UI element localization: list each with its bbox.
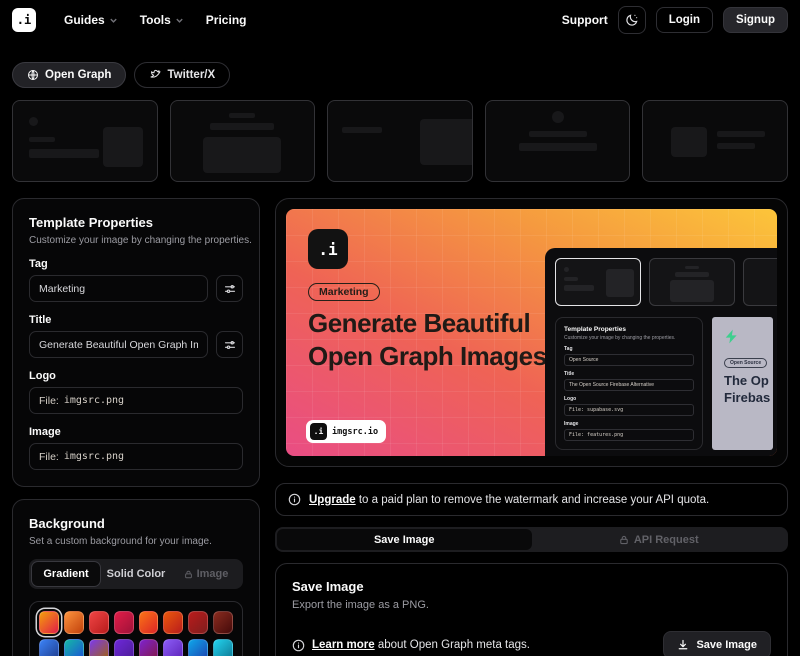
tab-save-image[interactable]: Save Image — [277, 529, 532, 550]
tag-input[interactable] — [29, 275, 208, 302]
gradient-swatch[interactable] — [64, 611, 84, 634]
template-properties-panel: Template Properties Customize your image… — [12, 198, 260, 487]
site-logo[interactable]: .i — [12, 8, 36, 32]
title-label: Title — [29, 314, 243, 326]
title-randomize-button[interactable] — [216, 331, 243, 358]
gradient-swatch[interactable] — [213, 639, 233, 656]
gradient-swatch[interactable] — [139, 611, 159, 634]
lock-icon — [619, 535, 629, 545]
watermark-site: imgsrc.io — [332, 427, 378, 437]
chevron-down-icon — [175, 16, 184, 25]
og-image-preview: .i Marketing Generate Beautiful Open Gra… — [286, 209, 777, 456]
download-icon — [677, 639, 689, 651]
preview-embedded-screenshot: Template Properties Customize your image… — [545, 248, 777, 456]
info-icon — [288, 493, 301, 506]
image-label: Image — [29, 426, 243, 438]
panel-title: Save Image — [292, 579, 771, 594]
embed-mini-preview: Open Source The Op Firebas — [712, 317, 773, 450]
template-thumbnail-2[interactable] — [170, 100, 316, 182]
gradient-swatch[interactable] — [188, 639, 208, 656]
chevron-down-icon — [109, 16, 118, 25]
gradient-swatch[interactable] — [114, 639, 134, 656]
watermark-badge: .i imgsrc.io — [306, 420, 386, 443]
gradient-swatch[interactable] — [39, 611, 59, 634]
gradient-swatch-panel — [29, 601, 243, 656]
tag-randomize-button[interactable] — [216, 275, 243, 302]
embed-thumbnail — [743, 258, 777, 306]
globe-icon — [27, 69, 39, 81]
lock-icon — [184, 570, 193, 579]
tab-api-request[interactable]: API Request — [532, 529, 787, 550]
template-thumbnail-row — [0, 100, 800, 182]
login-button[interactable]: Login — [656, 7, 713, 33]
panel-subtitle: Set a custom background for your image. — [29, 536, 243, 547]
gradient-swatch[interactable] — [39, 639, 59, 656]
panel-subtitle: Export the image as a PNG. — [292, 599, 771, 611]
gradient-swatch[interactable] — [188, 611, 208, 634]
tab-twitter-x[interactable]: Twitter/X — [134, 62, 230, 88]
gradient-swatch[interactable] — [89, 639, 109, 656]
header: .i Guides Tools Pricing Support Login Si… — [0, 0, 800, 40]
save-image-button[interactable]: Save Image — [663, 631, 771, 656]
output-tabs: Save Image API Request — [275, 527, 788, 552]
supabase-bolt-icon — [724, 329, 739, 344]
panel-title: Template Properties — [29, 215, 243, 230]
theme-toggle-button[interactable] — [618, 6, 646, 34]
nav-tools[interactable]: Tools — [140, 13, 184, 27]
embed-thumbnail-selected — [555, 258, 641, 306]
gradient-swatch[interactable] — [89, 611, 109, 634]
upgrade-banner: Upgrade to a paid plan to remove the wat… — [275, 483, 788, 516]
info-icon — [292, 639, 305, 652]
template-thumbnail-5[interactable] — [642, 100, 788, 182]
image-file-input[interactable]: File: imgsrc.png — [29, 443, 243, 470]
og-preview-card: .i Marketing Generate Beautiful Open Gra… — [275, 198, 788, 467]
tab-open-graph[interactable]: Open Graph — [12, 62, 126, 88]
learn-more-link[interactable]: Learn more — [312, 639, 375, 651]
template-thumbnail-4[interactable] — [485, 100, 631, 182]
tab-image[interactable]: Image — [172, 562, 240, 586]
preview-logo: .i — [308, 229, 348, 269]
tag-label: Tag — [29, 258, 243, 270]
embed-template-properties: Template Properties Customize your image… — [555, 317, 703, 450]
gradient-swatch[interactable] — [163, 611, 183, 634]
image-type-tabs: Open Graph Twitter/X — [0, 40, 800, 100]
background-panel: Background Set a custom background for y… — [12, 499, 260, 656]
nav-pricing[interactable]: Pricing — [206, 13, 247, 27]
gradient-swatch[interactable] — [64, 639, 84, 656]
background-mode-tabs: Gradient Solid Color Image — [29, 559, 243, 589]
gradient-swatch[interactable] — [139, 639, 159, 656]
template-thumbnail-1[interactable] — [12, 100, 158, 182]
tab-gradient[interactable]: Gradient — [32, 562, 100, 586]
tab-solid-color[interactable]: Solid Color — [102, 562, 170, 586]
title-input[interactable] — [29, 331, 208, 358]
sliders-icon — [224, 339, 236, 351]
sliders-icon — [224, 283, 236, 295]
save-image-panel: Save Image Export the image as a PNG. Le… — [275, 563, 788, 656]
logo-label: Logo — [29, 370, 243, 382]
logo-file-input[interactable]: File: imgsrc.png — [29, 387, 243, 414]
moon-icon — [625, 13, 639, 27]
nav-support[interactable]: Support — [562, 13, 608, 27]
preview-tag-badge: Marketing — [308, 283, 380, 301]
preview-title: Generate Beautiful Open Graph Images — [308, 307, 547, 372]
watermark-logo: .i — [310, 423, 327, 440]
gradient-swatch[interactable] — [114, 611, 134, 634]
template-thumbnail-3[interactable] — [327, 100, 473, 182]
nav-guides[interactable]: Guides — [64, 13, 118, 27]
upgrade-link[interactable]: Upgrade — [309, 494, 356, 506]
main-nav: Guides Tools Pricing — [64, 13, 246, 27]
panel-title: Background — [29, 516, 243, 531]
twitter-bird-icon — [149, 69, 161, 81]
embed-thumbnail — [649, 258, 735, 306]
signup-button[interactable]: Signup — [723, 7, 788, 33]
gradient-swatch[interactable] — [213, 611, 233, 634]
panel-subtitle: Customize your image by changing the pro… — [29, 235, 243, 246]
gradient-swatch[interactable] — [163, 639, 183, 656]
gradient-swatch-grid — [39, 611, 233, 656]
